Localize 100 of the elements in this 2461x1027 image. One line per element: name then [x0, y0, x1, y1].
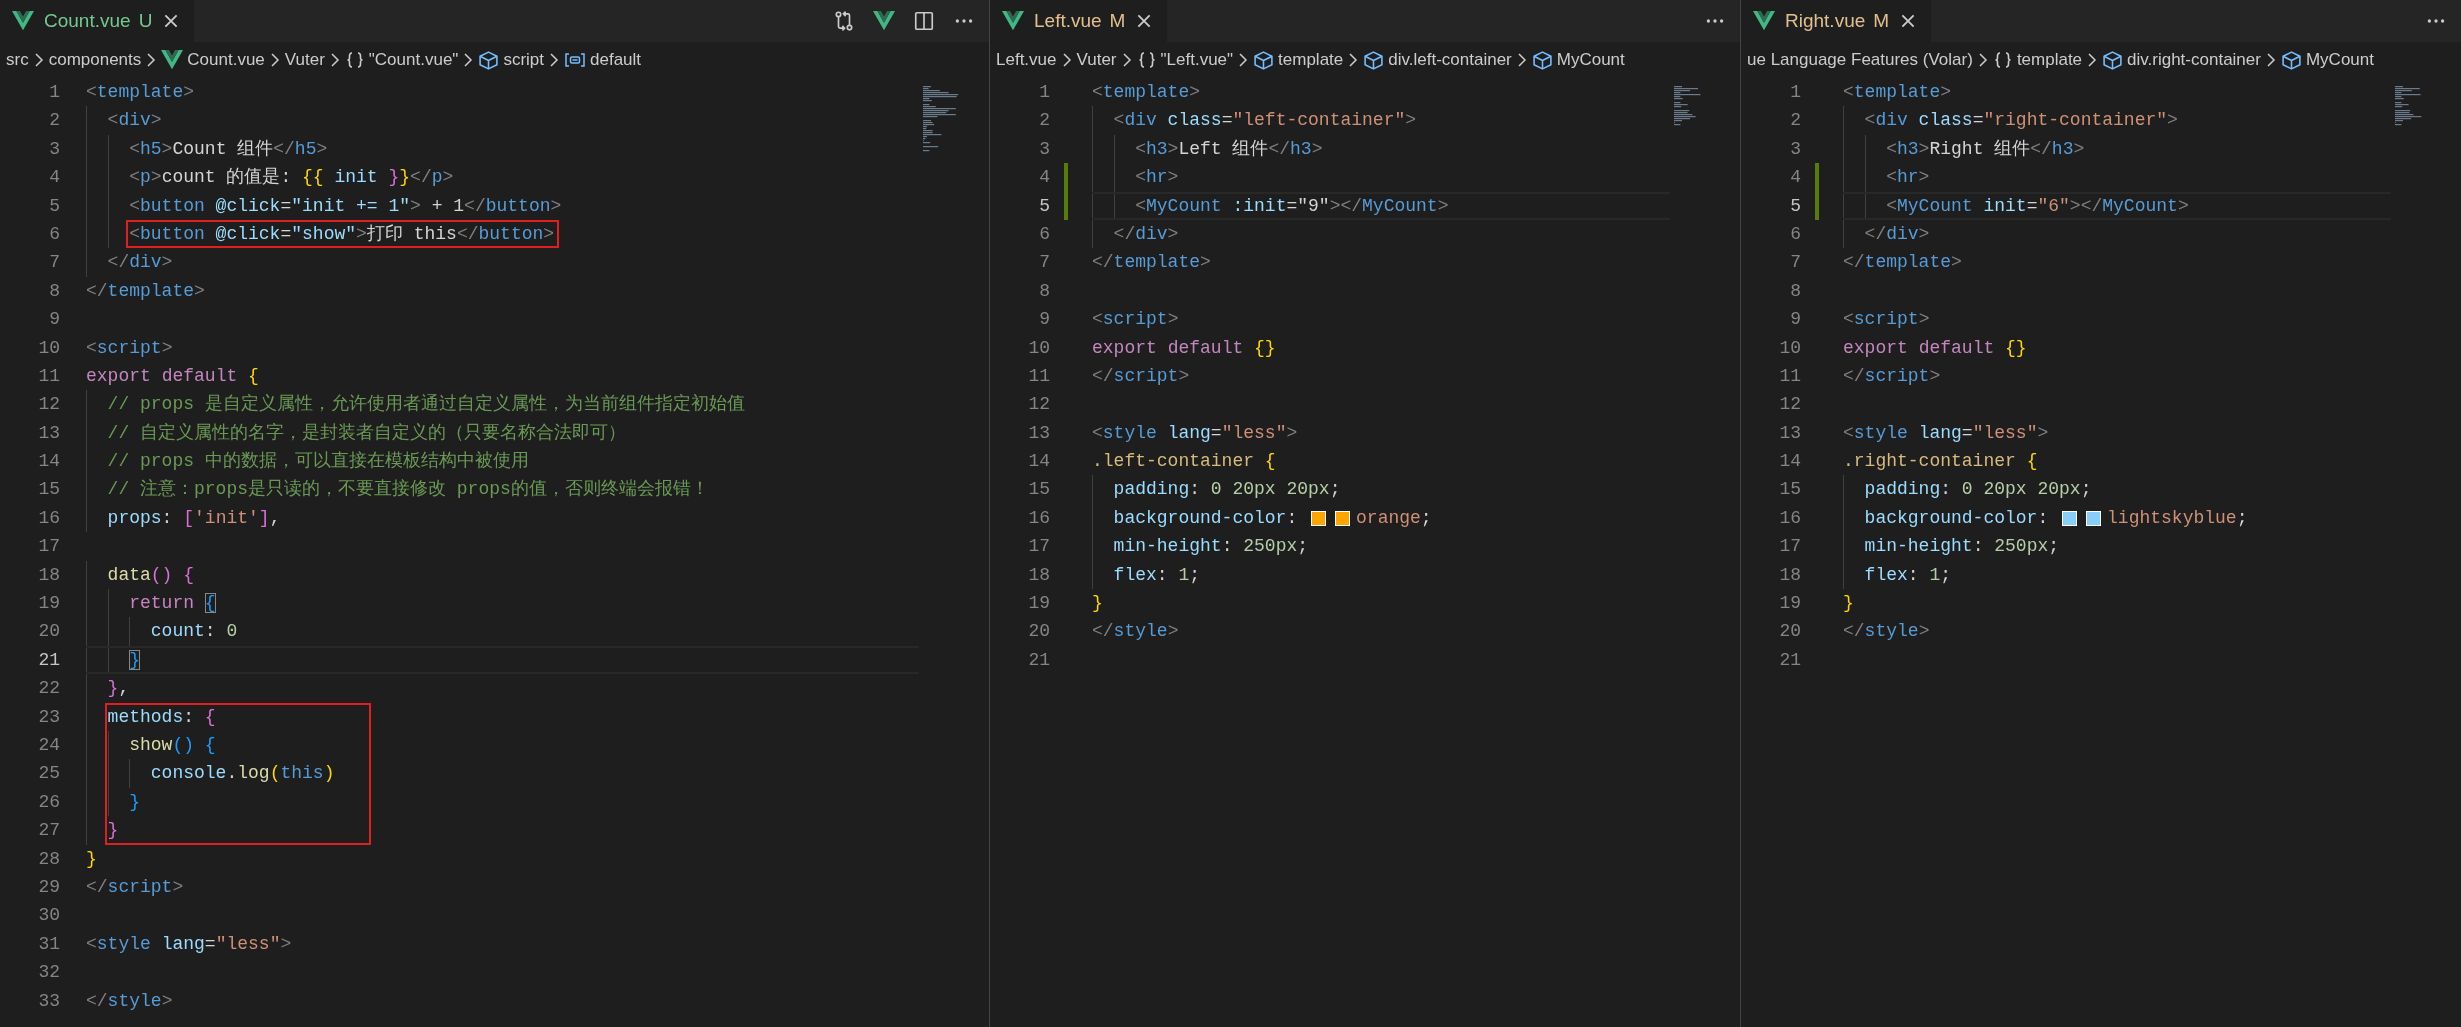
- code-text: lightskyblue;: [2107, 506, 2248, 530]
- breadcrumb-item[interactable]: div.left-container: [1363, 49, 1512, 71]
- code-line: // 自定义属性的名字，是封装者自定义的（只要名称合法即可）: [107, 421, 626, 445]
- line-number: 6: [1789, 222, 1801, 246]
- line-number: 8: [1038, 279, 1050, 303]
- breadcrumb-item[interactable]: Vuter: [284, 50, 325, 70]
- code-line: <div class="right-container">: [1864, 109, 2178, 133]
- breadcrumb-item[interactable]: MyCount: [1531, 49, 1625, 71]
- code-line: methods: {: [107, 705, 216, 729]
- cube-icon: [2102, 49, 2124, 71]
- breadcrumb-item[interactable]: Count.vue: [161, 50, 265, 70]
- code-line: <hr>: [1135, 166, 1179, 190]
- code-line: </template>: [1843, 251, 1962, 275]
- code-line: </style>: [1092, 620, 1179, 644]
- line-number: 11: [1027, 364, 1050, 388]
- color-swatch[interactable]: [2086, 510, 2102, 526]
- breadcrumb-item[interactable]: template: [1253, 49, 1344, 71]
- line-number: 23: [37, 705, 60, 729]
- code-line: props: ['init'],: [107, 506, 281, 530]
- line-number: 1: [48, 81, 60, 104]
- code-line: }: [129, 790, 140, 814]
- line-number: 8: [1789, 279, 1801, 303]
- line-number: 1: [1789, 81, 1801, 104]
- breadcrumb-item[interactable]: div.right-container: [2102, 49, 2261, 71]
- code-text: background-color:: [1113, 506, 1299, 530]
- line-number: 20: [1778, 620, 1801, 644]
- code-line: </div>: [1113, 222, 1179, 246]
- code-line: }: [86, 847, 97, 871]
- code-line: }: [1843, 592, 1854, 616]
- editor-tab[interactable]: Count.vue U: [0, 0, 195, 42]
- breadcrumb-item[interactable]: components: [48, 50, 142, 70]
- code-line: </style>: [86, 989, 173, 1013]
- line-number: 20: [1027, 620, 1050, 644]
- breadcrumb-item[interactable]: Left.vue: [996, 50, 1057, 70]
- color-swatch[interactable]: [1311, 510, 1327, 526]
- line-number: 16: [37, 506, 60, 530]
- line-number: 9: [1038, 308, 1050, 332]
- line-number: 7: [48, 251, 60, 275]
- line-number: 16: [1778, 506, 1801, 530]
- line-number: 11: [1778, 364, 1801, 388]
- line-number: 3: [48, 137, 60, 161]
- line-number: 19: [1027, 592, 1050, 616]
- code-line: </script>: [86, 875, 184, 899]
- breadcrumb-item[interactable]: src: [6, 50, 29, 70]
- code-line: </template>: [1092, 251, 1211, 275]
- line-number: 33: [37, 989, 60, 1013]
- line-number: 15: [1778, 478, 1801, 502]
- breadcrumb-item[interactable]: script: [478, 49, 544, 71]
- breadcrumb-item[interactable]: "Left.vue": [1136, 50, 1234, 70]
- compare-changes-icon[interactable]: [833, 10, 855, 32]
- breadcrumb-item[interactable]: ue Language Features (Volar): [1747, 50, 1973, 70]
- line-number: 15: [1027, 478, 1050, 502]
- vue-logo-icon[interactable]: [873, 11, 895, 31]
- line-number: 12: [1027, 393, 1050, 417]
- line-number: 3: [1789, 137, 1801, 161]
- line-number: 11: [37, 364, 60, 388]
- code-line: }: [1092, 592, 1103, 616]
- code-line: <h5>Count 组件</h5>: [129, 137, 328, 161]
- code-line: </template>: [86, 279, 205, 303]
- code-line: <h3>Right 组件</h3>: [1886, 137, 2085, 161]
- code-line: </style>: [1843, 620, 1930, 644]
- line-number: 30: [37, 904, 60, 928]
- breadcrumb-item[interactable]: default: [564, 50, 642, 70]
- line-number: 7: [1038, 251, 1050, 275]
- code-line: <template>: [1843, 81, 1952, 104]
- breadcrumb-item[interactable]: MyCount: [2280, 49, 2374, 71]
- split-editor-icon[interactable]: [913, 10, 935, 32]
- line-number: 10: [1778, 336, 1801, 360]
- breadcrumb-item[interactable]: "Count.vue": [344, 50, 459, 70]
- minimap-drawing[interactable]: [921, 86, 961, 152]
- line-number: 3: [1038, 137, 1050, 161]
- line-number: 13: [1778, 421, 1801, 445]
- cube-icon: [478, 49, 500, 71]
- code-line: <style lang="less">: [1843, 421, 2049, 445]
- line-number: 9: [48, 308, 60, 332]
- line-number: 20: [37, 620, 60, 644]
- code-line: <script>: [1092, 308, 1179, 332]
- code-line: // 注意：props是只读的，不要直接修改 props的值，否则终端会报错！: [107, 478, 709, 502]
- line-number: 16: [1027, 506, 1050, 530]
- code-line: <button @click="init += 1"> + 1</button>: [129, 194, 562, 218]
- editor-tab[interactable]: Right.vue M: [1741, 0, 1932, 42]
- code-line: <div>: [107, 109, 162, 133]
- line-number: 21: [1027, 648, 1050, 672]
- code-line: .right-container {: [1843, 450, 2038, 474]
- line-number: 10: [1027, 336, 1050, 360]
- cube-icon: [2280, 49, 2302, 71]
- editor-tab[interactable]: Left.vue M: [990, 0, 1168, 42]
- code-line: </div>: [1864, 222, 1930, 246]
- code-line: export default {: [86, 364, 259, 388]
- line-number: 6: [1038, 222, 1050, 246]
- code-line: return {: [129, 592, 216, 616]
- color-swatch[interactable]: [1335, 510, 1351, 526]
- breadcrumb-item[interactable]: template: [1992, 50, 2083, 70]
- line-number: 14: [37, 450, 60, 474]
- color-swatch[interactable]: [2062, 510, 2078, 526]
- line-number: 32: [37, 961, 60, 985]
- line-number: 22: [37, 677, 60, 701]
- breadcrumb-item[interactable]: Vuter: [1076, 50, 1117, 70]
- line-number: 4: [1789, 166, 1801, 190]
- code-line: <p>count 的值是: {{ init }}</p>: [129, 166, 454, 190]
